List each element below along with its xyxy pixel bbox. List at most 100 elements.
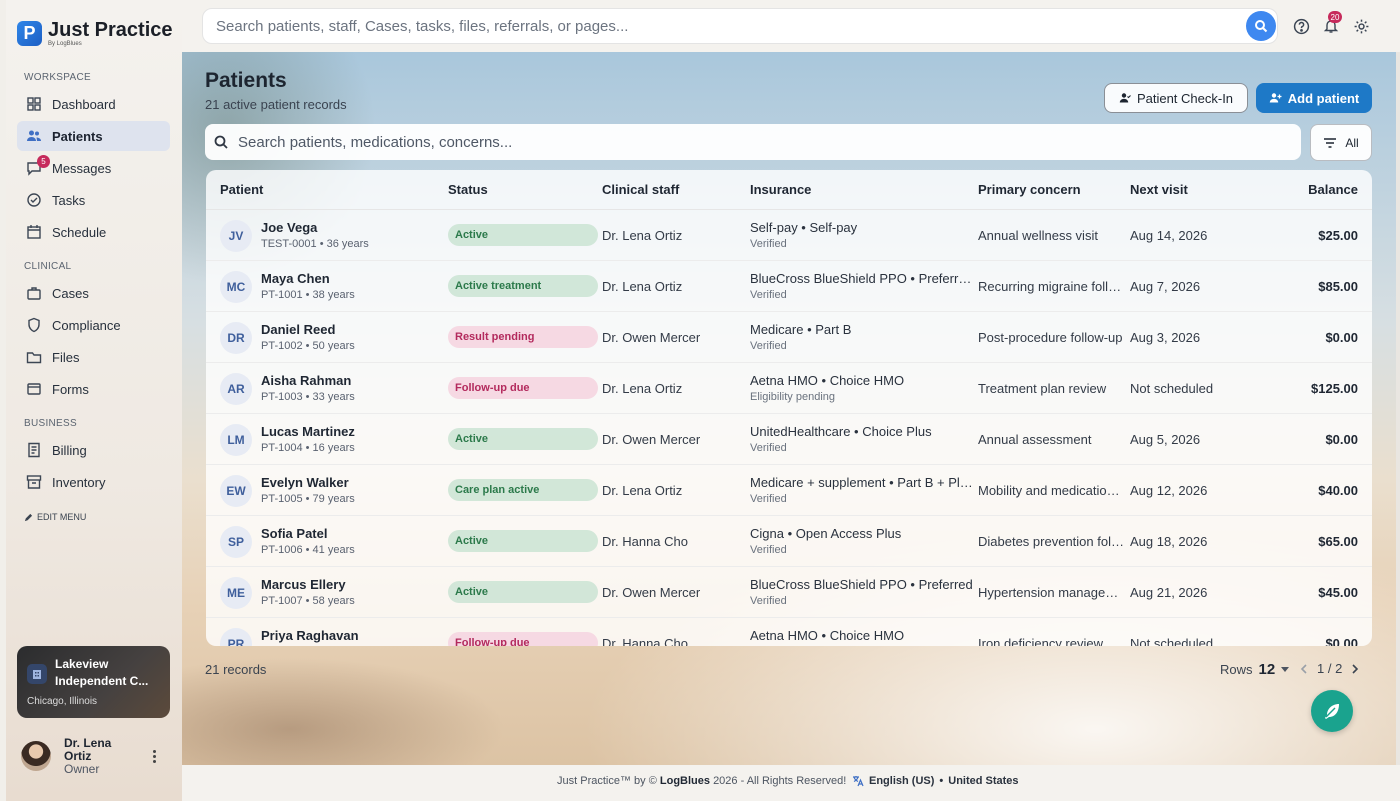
sidebar-item-inventory[interactable]: Inventory: [17, 467, 170, 497]
insurance-status: Eligibility pending: [750, 391, 835, 403]
more-vertical-icon[interactable]: [146, 746, 162, 766]
patient-avatar: AR: [220, 373, 252, 405]
gear-icon[interactable]: [1351, 16, 1371, 36]
chevron-left-icon[interactable]: [1300, 663, 1307, 674]
column-header-next-visit[interactable]: Next visit: [1130, 182, 1188, 197]
patient-name[interactable]: Sofia Patel: [261, 526, 327, 541]
receipt-icon: [28, 442, 40, 458]
column-header-insurance[interactable]: Insurance: [750, 182, 811, 197]
search-button[interactable]: [1246, 11, 1276, 41]
insurance-status: Verified: [750, 544, 787, 556]
status-badge: Active: [448, 428, 598, 450]
patient-avatar: LM: [220, 424, 252, 456]
patient-search-placeholder: Search patients, medications, concerns..…: [238, 133, 513, 151]
primary-concern: Treatment plan review: [978, 381, 1107, 396]
insurance-status: Verified: [750, 442, 787, 454]
sidebar-item-messages[interactable]: 5 Messages: [17, 153, 170, 183]
patient-name[interactable]: Evelyn Walker: [261, 475, 349, 490]
balance: $125.00: [1311, 381, 1358, 396]
insurance-plan: Medicare + supplement • Part B + Plan G: [750, 475, 976, 490]
global-search-input[interactable]: Search patients, staff, Cases, tasks, fi…: [202, 8, 1278, 44]
status-badge: Active: [448, 224, 598, 246]
chevron-right-icon[interactable]: [1352, 663, 1359, 674]
insurance-status: Verified: [750, 289, 787, 301]
status-badge: Care plan active: [448, 479, 598, 501]
sidebar-item-billing[interactable]: Billing: [17, 435, 170, 465]
table-row[interactable]: LM Lucas Martinez PT-1004 • 16 years Active…: [206, 414, 1372, 465]
insurance-status: Verified: [750, 493, 787, 505]
help-icon[interactable]: [1291, 16, 1311, 36]
filter-label: All: [1345, 135, 1359, 150]
sidebar-item-files[interactable]: Files: [17, 342, 170, 372]
sidebar-item-label: Forms: [52, 381, 89, 397]
column-header-patient[interactable]: Patient: [220, 182, 263, 197]
copyright-brand[interactable]: LogBlues: [660, 775, 710, 787]
column-header-clinical-staff[interactable]: Clinical staff: [602, 182, 679, 197]
page-subtitle: 21 active patient records: [205, 97, 347, 112]
insurance-status: Verified: [750, 340, 787, 352]
insurance-plan: BlueCross BlueShield PPO • Preferred: [750, 577, 973, 592]
primary-concern: Recurring migraine follow-up: [978, 279, 1126, 294]
table-row[interactable]: PR Priya Raghavan Follow-up due Dr. Hanna C…: [206, 618, 1372, 646]
table-row[interactable]: AR Aisha Rahman PT-1003 • 33 years Follow-u…: [206, 363, 1372, 414]
patient-search-input[interactable]: Search patients, medications, concerns..…: [205, 124, 1301, 160]
patient-name[interactable]: Lucas Martinez: [261, 424, 355, 439]
sidebar-item-patients[interactable]: Patients: [17, 121, 170, 151]
table-row[interactable]: EW Evelyn Walker PT-1005 • 79 years Care pl…: [206, 465, 1372, 516]
insurance-plan: BlueCross BlueShield PPO • Preferred PPO: [750, 271, 976, 286]
patient-checkin-button[interactable]: Patient Check-In: [1104, 83, 1248, 113]
patient-id: PT-1002 • 50 years: [261, 340, 355, 352]
clinical-staff: Dr. Hanna Cho: [602, 636, 688, 646]
location-card[interactable]: Lakeview Independent C... Chicago, Illin…: [17, 646, 170, 718]
app-logo[interactable]: P Just Practice By LogBlues: [17, 20, 173, 47]
patient-name[interactable]: Joe Vega: [261, 220, 317, 235]
column-header-primary-concern[interactable]: Primary concern: [978, 182, 1081, 197]
section-label-clinical: CLINICAL: [24, 261, 72, 272]
app-name: Just Practice: [48, 19, 173, 41]
sidebar-item-tasks[interactable]: Tasks: [17, 185, 170, 215]
shield-icon: [28, 317, 40, 333]
caret-down-icon: [1281, 666, 1290, 672]
user-role: Owner: [64, 761, 100, 776]
table-row[interactable]: JV Joe Vega TEST-0001 • 36 years Active Dr. …: [206, 210, 1372, 261]
sidebar-item-cases[interactable]: Cases: [17, 278, 170, 308]
sidebar-item-dashboard[interactable]: Dashboard: [17, 89, 170, 119]
sidebar-item-compliance[interactable]: Compliance: [17, 310, 170, 340]
page-title: Patients: [205, 69, 287, 92]
messages-badge: 5: [37, 155, 50, 168]
rows-per-page-select[interactable]: Rows 12: [1220, 661, 1290, 678]
clinical-staff: Dr. Lena Ortiz: [602, 228, 683, 243]
add-patient-button[interactable]: Add patient: [1256, 83, 1372, 113]
language-selector[interactable]: English (US) • United States: [852, 775, 1019, 787]
pencil-icon: [24, 513, 33, 521]
patient-name[interactable]: Daniel Reed: [261, 322, 335, 337]
add-patient-label: Add patient: [1287, 90, 1360, 106]
next-visit: Not scheduled: [1130, 636, 1214, 646]
clinical-staff: Dr. Owen Mercer: [602, 585, 701, 600]
insurance-plan: Medicare • Part B: [750, 322, 852, 337]
balance: $40.00: [1318, 483, 1358, 498]
column-header-status[interactable]: Status: [448, 182, 488, 197]
patient-name[interactable]: Priya Raghavan: [261, 628, 359, 643]
insurance-status: Verified: [750, 595, 787, 607]
user-profile[interactable]: Dr. Lena Ortiz Owner: [17, 734, 170, 778]
rows-label: Rows: [1220, 662, 1253, 677]
filter-button[interactable]: All: [1310, 124, 1372, 161]
column-header-balance[interactable]: Balance: [1308, 182, 1358, 197]
edit-menu-button[interactable]: EDIT MENU: [24, 512, 86, 522]
assistant-fab-button[interactable]: [1311, 690, 1353, 732]
table-row[interactable]: MC Maya Chen PT-1001 • 38 years Active trea…: [206, 261, 1372, 312]
sidebar-item-schedule[interactable]: Schedule: [17, 217, 170, 247]
primary-concern: Annual assessment: [978, 432, 1092, 447]
table-row[interactable]: SP Sofia Patel PT-1006 • 41 years Active Dr.…: [206, 516, 1372, 567]
sidebar-item-forms[interactable]: Forms: [17, 374, 170, 404]
table-row[interactable]: ME Marcus Ellery PT-1007 • 58 years Active D…: [206, 567, 1372, 618]
form-icon: [27, 383, 41, 395]
clinical-staff: Dr. Lena Ortiz: [602, 279, 683, 294]
patient-name[interactable]: Maya Chen: [261, 271, 330, 286]
balance: $0.00: [1325, 636, 1358, 646]
copyright: Just Practice™ by © LogBlues 2026 - All …: [557, 775, 846, 787]
patient-name[interactable]: Marcus Ellery: [261, 577, 346, 592]
table-row[interactable]: DR Daniel Reed PT-1002 • 50 years Result pe…: [206, 312, 1372, 363]
patient-name[interactable]: Aisha Rahman: [261, 373, 351, 388]
